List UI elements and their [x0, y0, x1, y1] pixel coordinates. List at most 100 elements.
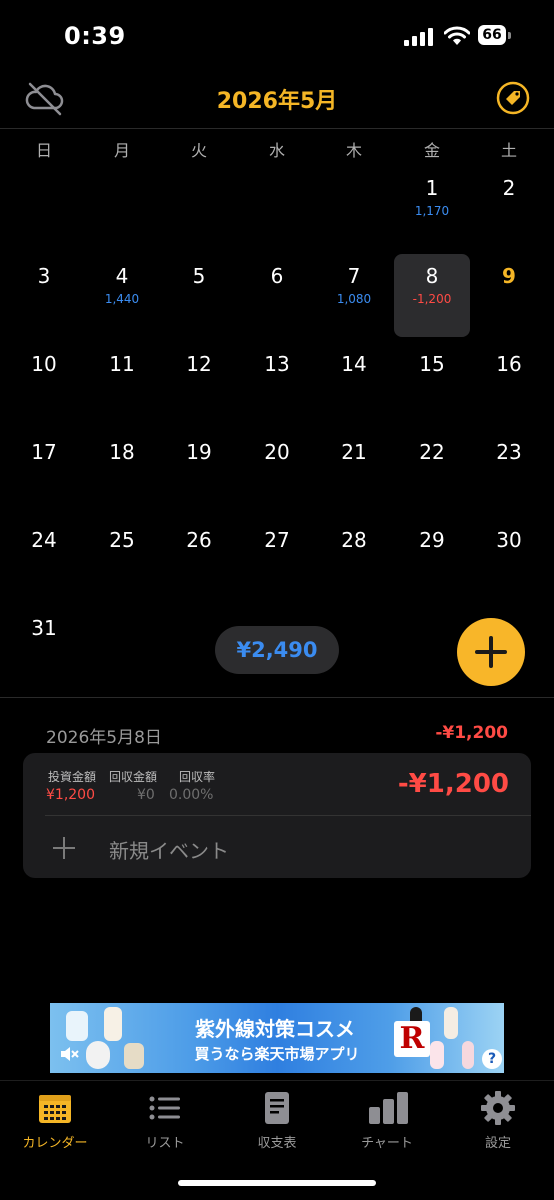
month-total-pill[interactable]: ¥2,490 — [215, 626, 339, 674]
tab-settings[interactable]: 設定 — [443, 1081, 553, 1161]
new-event-button[interactable]: 新規イベント — [109, 835, 229, 864]
tab-list[interactable]: リスト — [110, 1081, 220, 1161]
day-number: 17 — [31, 440, 57, 464]
ad-banner[interactable]: 紫外線対策コスメ 買うなら楽天市場アプリ R ? — [50, 1003, 504, 1073]
tab-balance-sheet[interactable]: 収支表 — [222, 1081, 332, 1161]
day-cell-26[interactable]: 26 — [160, 518, 238, 606]
invest-label: 投資金額 — [48, 770, 97, 784]
tab-label: カレンダー — [22, 1136, 88, 1151]
day-cell-15[interactable]: 15 — [393, 342, 471, 430]
product-image — [124, 1043, 144, 1069]
day-number: 24 — [31, 528, 57, 552]
day-cell-8-selected[interactable]: 8 -1,200 — [394, 254, 470, 337]
day-cell-6[interactable]: 6 — [238, 254, 316, 342]
weekday-tue: 火 — [190, 141, 207, 160]
selected-date-total: -¥1,200 — [435, 723, 508, 743]
day-cell-18[interactable]: 18 — [83, 430, 161, 518]
day-cell-16[interactable]: 16 — [470, 342, 548, 430]
day-number: 10 — [31, 352, 57, 376]
weekday-thu: 木 — [345, 141, 362, 160]
day-number: 4 — [115, 264, 129, 288]
day-cell-27[interactable]: 27 — [238, 518, 316, 606]
day-number: 1 — [425, 176, 439, 200]
day-cell-17[interactable]: 17 — [5, 430, 83, 518]
day-number: 20 — [264, 440, 290, 464]
tab-chart[interactable]: チャート — [332, 1081, 442, 1161]
product-image — [86, 1041, 110, 1069]
rate-label: 回収率 — [179, 770, 216, 784]
list-icon — [147, 1091, 183, 1125]
cellular-signal-icon — [404, 28, 434, 46]
rate-value: 0.00% — [169, 787, 214, 803]
day-cell-2[interactable]: 2 — [470, 166, 548, 254]
day-cell-21[interactable]: 21 — [315, 430, 393, 518]
tag-icon[interactable] — [496, 81, 530, 115]
weekday-mon: 月 — [113, 141, 130, 160]
day-cell-5[interactable]: 5 — [160, 254, 238, 342]
day-cell-25[interactable]: 25 — [83, 518, 161, 606]
home-indicator[interactable] — [178, 1180, 376, 1186]
day-number: 28 — [341, 528, 367, 552]
rakuten-logo: R — [394, 1021, 430, 1057]
day-cell-14[interactable]: 14 — [315, 342, 393, 430]
day-cell-12[interactable]: 12 — [160, 342, 238, 430]
day-number: 14 — [341, 352, 367, 376]
weekday-wed: 水 — [268, 141, 285, 160]
day-cell-22[interactable]: 22 — [393, 430, 471, 518]
tab-label: チャート — [361, 1136, 413, 1151]
day-cell-3[interactable]: 3 — [5, 254, 83, 342]
ad-info-button[interactable]: ? — [482, 1049, 502, 1069]
day-cell-31[interactable]: 31 — [5, 606, 83, 694]
day-number: 30 — [496, 528, 522, 552]
cloud-off-icon[interactable] — [24, 80, 66, 116]
battery-icon: 66 — [478, 25, 512, 47]
day-cell-30[interactable]: 30 — [470, 518, 548, 606]
day-cell-19[interactable]: 19 — [160, 430, 238, 518]
weekday-sat: 土 — [500, 141, 517, 160]
day-cell-20[interactable]: 20 — [238, 430, 316, 518]
event-card[interactable]: 投資金額 ¥1,200 回収金額 ¥0 回収率 0.00% -¥1,200 新規… — [23, 753, 531, 878]
day-cell-1[interactable]: 1 1,170 — [393, 166, 471, 254]
wifi-icon — [443, 26, 471, 46]
mute-icon[interactable] — [58, 1043, 80, 1065]
day-cell-11[interactable]: 11 — [83, 342, 161, 430]
battery-level: 66 — [478, 25, 506, 45]
product-image — [66, 1011, 88, 1041]
bar-chart-icon — [369, 1091, 408, 1125]
add-entry-button[interactable] — [457, 618, 525, 686]
product-image — [462, 1041, 474, 1069]
day-cell-24[interactable]: 24 — [5, 518, 83, 606]
day-number: 5 — [192, 264, 206, 288]
day-cell-7[interactable]: 7 1,080 — [315, 254, 393, 342]
day-cell-10[interactable]: 10 — [5, 342, 83, 430]
day-amount: 1,440 — [104, 292, 140, 306]
tab-calendar[interactable]: カレンダー — [0, 1081, 110, 1161]
month-title[interactable]: 2026年5月 — [150, 83, 404, 115]
return-value: ¥0 — [137, 787, 155, 803]
day-cell-23[interactable]: 23 — [470, 430, 548, 518]
day-number: 12 — [186, 352, 212, 376]
return-label: 回収金額 — [109, 770, 158, 784]
day-number: 21 — [341, 440, 367, 464]
day-number: 8 — [425, 264, 439, 288]
selected-date: 2026年5月8日 — [46, 728, 162, 748]
day-number: 18 — [109, 440, 135, 464]
day-amount: -1,200 — [412, 292, 452, 306]
divider — [45, 815, 531, 816]
invest-value: ¥1,200 — [46, 787, 95, 803]
tab-label: 設定 — [484, 1136, 511, 1151]
day-amount: 1,170 — [414, 204, 450, 218]
day-cell-9-today[interactable]: 9 — [470, 254, 548, 342]
day-cell-4[interactable]: 4 1,440 — [83, 254, 161, 342]
day-number: 22 — [419, 440, 445, 464]
day-number: 27 — [264, 528, 290, 552]
day-cell-28[interactable]: 28 — [315, 518, 393, 606]
tab-label: リスト — [145, 1136, 185, 1151]
day-number: 23 — [496, 440, 522, 464]
day-number: 6 — [270, 264, 284, 288]
gear-icon — [480, 1091, 516, 1125]
day-cell-29[interactable]: 29 — [393, 518, 471, 606]
day-cell-13[interactable]: 13 — [238, 342, 316, 430]
product-image — [104, 1007, 122, 1041]
day-number: 31 — [31, 616, 57, 640]
